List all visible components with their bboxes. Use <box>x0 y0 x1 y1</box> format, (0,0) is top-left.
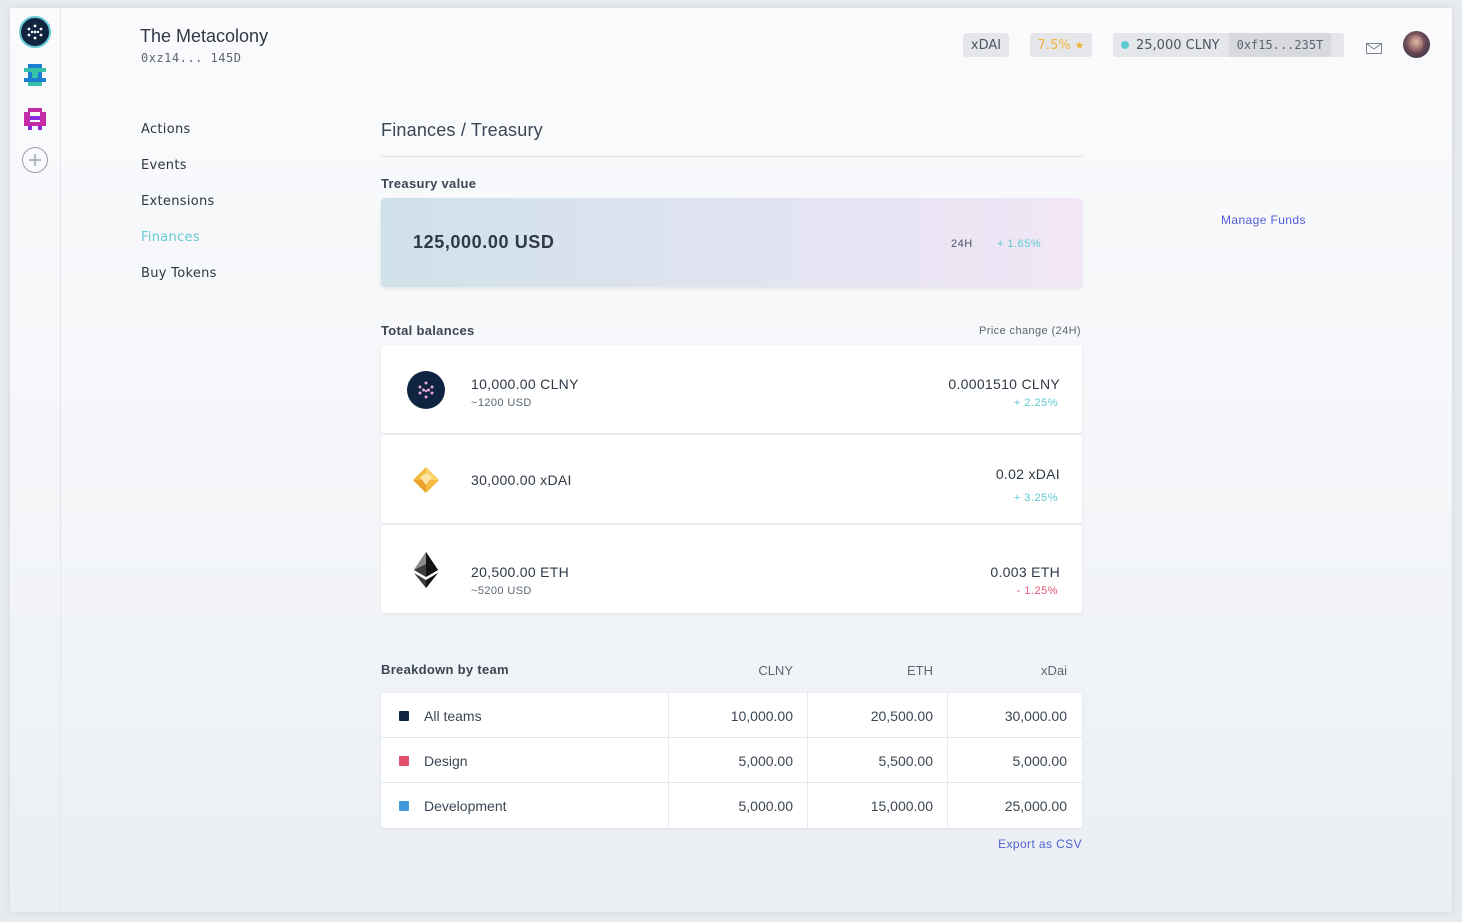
column-header-xdai: xDai <box>1040 663 1067 678</box>
nav-extensions[interactable]: Extensions <box>141 194 215 209</box>
manage-funds-link[interactable]: Manage Funds <box>1221 213 1306 227</box>
divider <box>381 156 1083 157</box>
team-name: Design <box>424 752 468 769</box>
eth-value: 20,500.00 <box>870 707 933 724</box>
token-change: + 2.25% <box>1013 397 1058 409</box>
token-price: 0.0001510 CLNY <box>948 376 1060 392</box>
breakdown-table: All teams 10,000.00 20,500.00 30,000.00 … <box>381 693 1082 828</box>
token-usd: ~5200 USD <box>471 585 532 597</box>
nav-actions[interactable]: Actions <box>141 122 191 137</box>
clny-value: 5,000.00 <box>738 752 794 769</box>
token-card-eth[interactable]: 20,500.00 ETH ~5200 USD 0.003 ETH - 1.25… <box>381 525 1082 613</box>
clny-value: 5,000.00 <box>738 797 794 814</box>
team-cell: All teams <box>399 693 482 738</box>
clny-value: 10,000.00 <box>730 707 793 724</box>
nav-finances[interactable]: Finances <box>141 230 200 245</box>
wallet-address[interactable]: 0xf15...235T <box>1228 33 1332 57</box>
treasury-change: + 1.65% <box>997 238 1042 250</box>
clny-icon <box>407 371 445 409</box>
team-name: Development <box>424 797 507 814</box>
reputation-badge[interactable]: 7.5% ★ <box>1030 33 1092 57</box>
colony-rail <box>10 8 61 912</box>
token-price: 0.003 ETH <box>990 564 1060 580</box>
breadcrumb: Finances / Treasury <box>381 120 543 140</box>
team-color-swatch <box>399 755 409 766</box>
team-cell: Design <box>399 738 468 783</box>
envelope-icon[interactable] <box>1366 39 1382 58</box>
team-color-swatch <box>399 800 409 811</box>
colony-address[interactable]: 0xz14... 145D <box>141 51 241 65</box>
table-row[interactable]: All teams 10,000.00 20,500.00 30,000.00 <box>381 693 1082 738</box>
token-change: + 3.25% <box>1013 492 1058 504</box>
wallet-badge[interactable]: 25,000 CLNY 0xf15...235T <box>1113 33 1344 57</box>
wallet-balance: 25,000 CLNY <box>1136 37 1220 53</box>
token-amount: 20,500.00 ETH <box>471 564 570 580</box>
eth-value: 5,500.00 <box>878 752 934 769</box>
network-badge[interactable]: xDAI <box>963 33 1009 57</box>
token-card-xdai[interactable]: 30,000.00 xDAI 0.02 xDAI + 3.25% <box>381 435 1082 523</box>
nav-events[interactable]: Events <box>141 158 187 173</box>
xdai-value: 25,000.00 <box>1004 797 1067 814</box>
reputation-value: 7.5% <box>1037 37 1071 53</box>
token-change: - 1.25% <box>1016 585 1058 597</box>
star-icon: ★ <box>1074 38 1085 52</box>
metacolony-avatar-icon[interactable] <box>19 16 51 48</box>
nav-buy-tokens[interactable]: Buy Tokens <box>141 266 217 281</box>
token-price: 0.02 xDAI <box>995 466 1060 482</box>
team-color-swatch <box>399 710 409 721</box>
eth-icon <box>407 551 445 589</box>
table-row[interactable]: Development 5,000.00 15,000.00 25,000.00 <box>381 783 1082 828</box>
token-amount: 30,000.00 xDAI <box>471 472 572 488</box>
xdai-value: 30,000.00 <box>1004 707 1067 724</box>
balances-label: Total balances <box>381 323 475 338</box>
team-name: All teams <box>424 707 482 724</box>
column-header-clny: CLNY <box>758 663 793 678</box>
user-avatar[interactable] <box>1403 31 1430 58</box>
eth-value: 15,000.00 <box>870 797 933 814</box>
breakdown-label: Breakdown by team <box>381 662 509 677</box>
table-row[interactable]: Design 5,000.00 5,500.00 5,000.00 <box>381 738 1082 783</box>
colony-avatar-purple-icon[interactable] <box>20 104 50 134</box>
token-usd: ~1200 USD <box>471 397 532 409</box>
online-dot-icon <box>1121 41 1129 49</box>
add-colony-icon[interactable] <box>22 147 48 173</box>
network-label: xDAI <box>970 37 1002 53</box>
treasury-label: Treasury value <box>381 176 477 191</box>
token-card-clny[interactable]: 10,000.00 CLNY ~1200 USD 0.0001510 CLNY … <box>381 345 1082 433</box>
export-csv-link[interactable]: Export as CSV <box>961 837 1082 851</box>
colony-avatar-green-icon[interactable] <box>20 60 50 90</box>
app-window: The Metacolony 0xz14... 145D xDAI 7.5% ★… <box>10 8 1452 912</box>
xdai-value: 5,000.00 <box>1012 752 1068 769</box>
column-header-eth: ETH <box>907 663 933 678</box>
treasury-period: 24H <box>951 238 973 250</box>
xdai-icon <box>407 461 445 499</box>
team-cell: Development <box>399 783 507 828</box>
token-amount: 10,000.00 CLNY <box>471 376 579 392</box>
price-change-label: Price change (24H) <box>979 325 1081 337</box>
colony-name: The Metacolony <box>140 26 269 46</box>
treasury-card: 125,000.00 USD 24H + 1.65% <box>381 198 1082 287</box>
treasury-value: 125,000.00 USD <box>413 232 555 252</box>
